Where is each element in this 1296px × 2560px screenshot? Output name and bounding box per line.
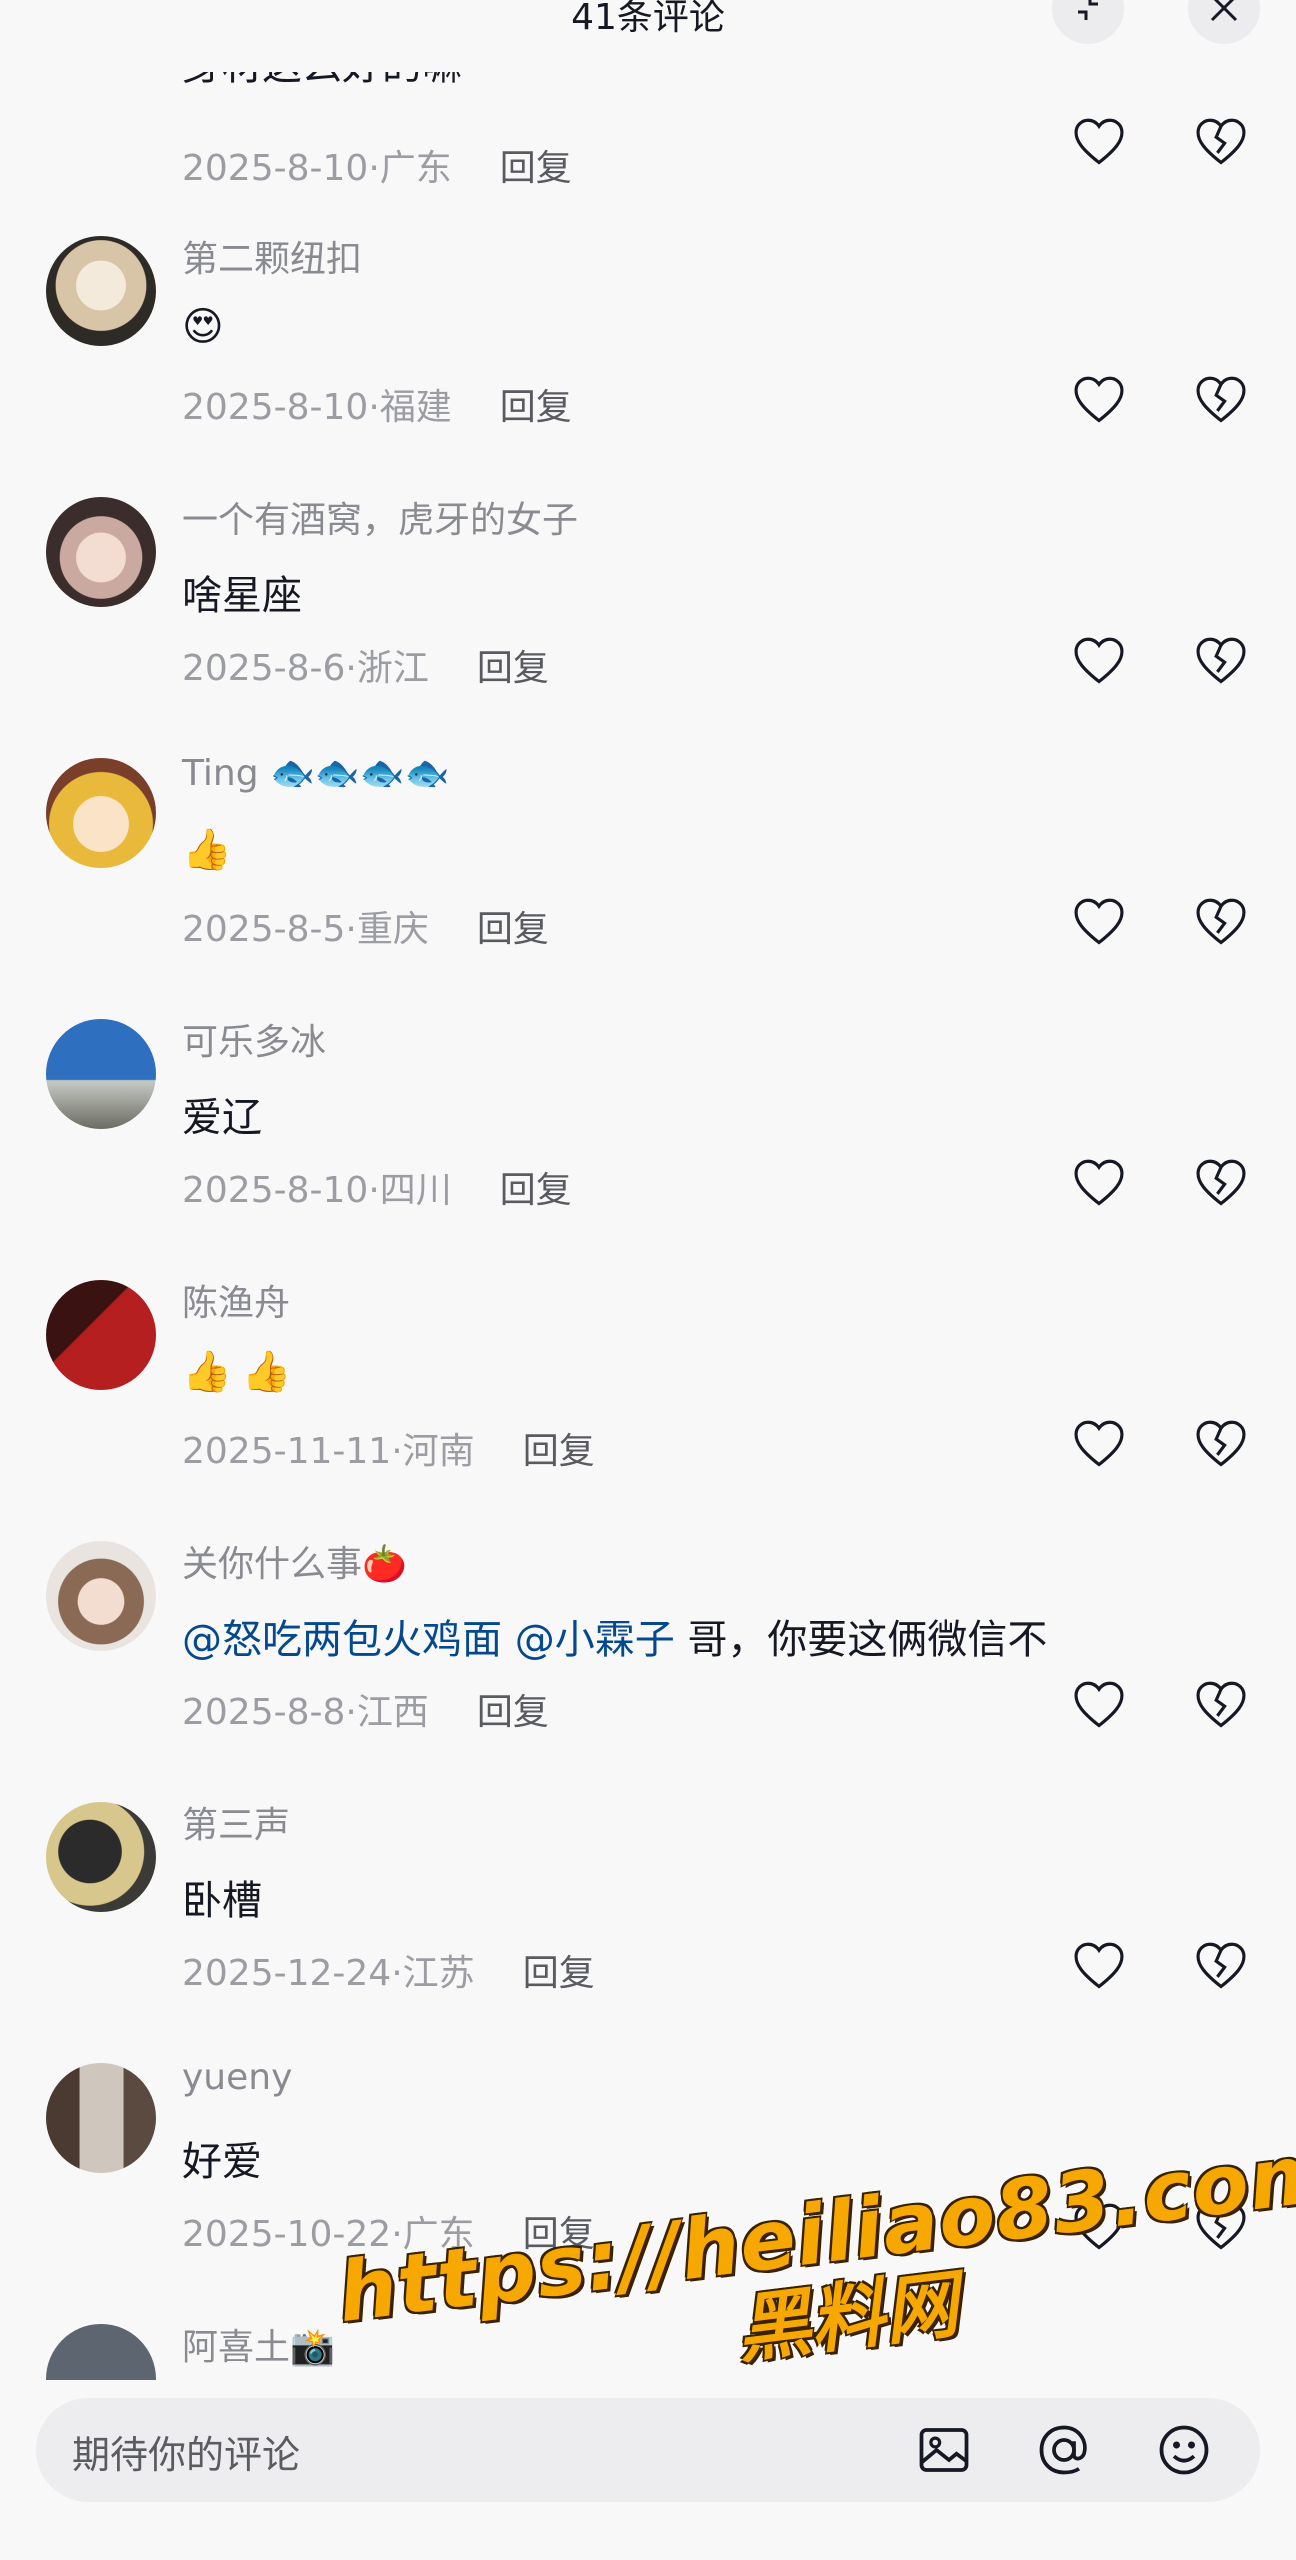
comment-date: 2025-8-10 — [182, 387, 369, 428]
comment-meta: 2025-12-24·江苏 回复 — [182, 1953, 595, 1994]
emoji-icon[interactable] — [1154, 2420, 1214, 2480]
heart-icon[interactable] — [1070, 113, 1128, 171]
heart-icon[interactable] — [1070, 893, 1128, 951]
comment-text: 😍 — [182, 302, 234, 350]
broken-heart-icon[interactable] — [1192, 1676, 1250, 1734]
comment-author: 可乐多冰 — [182, 1022, 327, 1063]
comment-item: 可乐多冰 爱辽 2025-8-10·四川 回复 — [0, 1019, 1296, 1280]
comment-meta: 2025-8-6·浙江 回复 — [182, 648, 549, 689]
reply-button[interactable]: 回复 — [477, 909, 549, 950]
comment-date: 2025-8-10 — [182, 1170, 369, 1211]
comment-meta: 2025-8-5·重庆 回复 — [182, 909, 549, 950]
avatar[interactable] — [46, 1019, 156, 1129]
avatar[interactable] — [46, 236, 156, 346]
comment-input-placeholder: 期待你的评论 — [72, 2433, 301, 2477]
broken-heart-icon[interactable] — [1192, 1937, 1250, 1995]
broken-heart-icon[interactable] — [1192, 893, 1250, 951]
comment-input-bar: 期待你的评论 — [0, 2380, 1296, 2560]
broken-heart-icon[interactable] — [1192, 632, 1250, 690]
reply-button[interactable]: 回复 — [500, 148, 572, 189]
emoji: 👍 — [182, 1348, 232, 1395]
comment-text: 👍 — [182, 824, 242, 873]
comment-region: 浙江 — [356, 648, 429, 689]
emoji: 👍 — [182, 826, 232, 873]
comment-item: 关你什么事🍅 @怒吃两包火鸡面 @小霖子 哥，你要这俩微信不 2025-8-8·… — [0, 1541, 1296, 1802]
comment-text: 啥星座 — [182, 573, 302, 619]
comment-date: 2025-8-6 — [182, 648, 346, 689]
comment-meta: 2025-11-11·河南 回复 — [182, 1431, 595, 1472]
broken-heart-icon[interactable] — [1192, 371, 1250, 429]
comment-text: 👍 👍 — [182, 1346, 302, 1395]
comment-region: 福建 — [379, 387, 452, 428]
comment-list[interactable]: 身材这么好的嘛 2025-8-10·广东回复 第二颗纽扣 😍 2025-8-10… — [0, 0, 1296, 2380]
mention-link[interactable]: @小霖子 — [515, 1617, 675, 1663]
comment-region: 四川 — [379, 1170, 452, 1211]
heart-icon[interactable] — [1070, 1937, 1128, 1995]
comment-item: 第三声 卧槽 2025-12-24·江苏 回复 — [0, 1802, 1296, 2063]
reply-button[interactable]: 回复 — [523, 1953, 595, 1994]
comment-text: 卧槽 — [182, 1878, 262, 1924]
avatar[interactable] — [46, 1802, 156, 1912]
comment-item: 陈渔舟 👍 👍 2025-11-11·河南 回复 — [0, 1280, 1296, 1541]
comment-item: 第二颗纽扣 😍 2025-8-10·福建 回复 — [0, 236, 1296, 497]
comment-author: 关你什么事🍅 — [182, 1544, 407, 1585]
comment-meta: 2025-8-8·江西 回复 — [182, 1692, 549, 1733]
comment-date: 2025-11-11 — [182, 1431, 392, 1472]
comment-body: 哥，你要这俩微信不 — [687, 1617, 1048, 1663]
comment-author: 一个有酒窝，虎牙的女子 — [182, 500, 579, 541]
heart-icon[interactable] — [1070, 1415, 1128, 1473]
broken-heart-icon[interactable] — [1192, 113, 1250, 171]
broken-heart-icon[interactable] — [1192, 1154, 1250, 1212]
comment-region: 江苏 — [402, 1953, 475, 1994]
comment-author: 阿喜土📸 — [182, 2327, 335, 2368]
comment-item: 一个有酒窝，虎牙的女子 啥星座 2025-8-6·浙江 回复 — [0, 497, 1296, 758]
reply-button[interactable]: 回复 — [477, 648, 549, 689]
comment-region: 广东 — [379, 148, 452, 189]
comment-date: 2025-8-10 — [182, 148, 369, 189]
comment-item: Ting 🐟🐟🐟🐟 👍 2025-8-5·重庆 回复 — [0, 753, 1296, 1019]
avatar[interactable] — [46, 2324, 156, 2380]
broken-heart-icon[interactable] — [1192, 1415, 1250, 1473]
collapse-icon — [1078, 0, 1098, 20]
image-icon[interactable] — [914, 2420, 974, 2480]
comment-region: 江西 — [356, 1692, 429, 1733]
comment-region: 河南 — [402, 1431, 475, 1472]
comment-meta: 2025-8-10·福建 回复 — [182, 387, 572, 428]
comment-region: 重庆 — [356, 909, 429, 950]
heart-icon[interactable] — [1070, 1676, 1128, 1734]
comment-text: 爱辽 — [182, 1095, 262, 1141]
mention-icon[interactable] — [1034, 2420, 1094, 2480]
comment-text: 好爱 — [182, 2139, 262, 2185]
reply-button[interactable]: 回复 — [500, 387, 572, 428]
reply-button[interactable]: 回复 — [477, 1692, 549, 1733]
comment-text: @怒吃两包火鸡面 @小霖子 哥，你要这俩微信不 — [182, 1607, 1047, 1665]
emoji: 👍 — [241, 1348, 292, 1395]
reply-button[interactable]: 回复 — [523, 1431, 595, 1472]
comment-author: 陈渔舟 — [182, 1283, 291, 1324]
emoji: 😍 — [182, 304, 224, 350]
avatar[interactable] — [46, 2063, 156, 2173]
close-icon — [1210, 0, 1238, 22]
heart-icon[interactable] — [1070, 1154, 1128, 1212]
heart-icon[interactable] — [1070, 371, 1128, 429]
heart-icon[interactable] — [1070, 632, 1128, 690]
mention-link[interactable]: @怒吃两包火鸡面 — [182, 1617, 502, 1663]
comments-header: 41条评论 — [0, 0, 1296, 72]
reply-button[interactable]: 回复 — [500, 1170, 572, 1211]
comment-date: 2025-12-24 — [182, 1953, 392, 1994]
comment-date: 2025-8-5 — [182, 909, 346, 950]
comment-author: 第二颗纽扣 — [182, 239, 363, 280]
comment-author: 第三声 — [182, 1805, 291, 1846]
avatar[interactable] — [46, 1280, 156, 1390]
avatar[interactable] — [46, 1541, 156, 1651]
comment-input[interactable]: 期待你的评论 — [36, 2398, 1260, 2502]
avatar[interactable] — [46, 758, 156, 868]
comment-meta: 2025-8-10·四川 回复 — [182, 1170, 572, 1211]
comment-date: 2025-8-8 — [182, 1692, 346, 1733]
avatar[interactable] — [46, 497, 156, 607]
comment-author: yueny — [182, 2057, 293, 2098]
comment-author: Ting 🐟🐟🐟🐟 — [182, 753, 450, 794]
comment-meta: 2025-8-10·广东 回复 — [182, 148, 572, 189]
